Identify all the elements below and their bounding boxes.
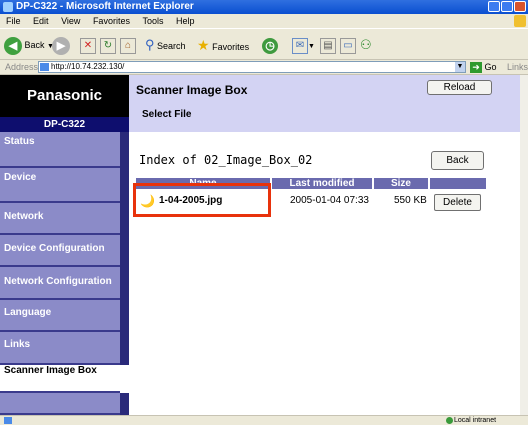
nav-item-label: Scanner Image Box [4, 365, 97, 376]
messenger-button[interactable]: ⚇ [360, 35, 372, 55]
nav-blank-item [0, 393, 120, 415]
stop-icon: ✕ [80, 37, 96, 54]
messenger-icon: ⚇ [360, 37, 372, 52]
maximize-button[interactable] [501, 1, 513, 12]
home-icon: ⌂ [120, 37, 136, 54]
index-title: Index of 02_Image_Box_02 [139, 153, 313, 167]
nav-item-links[interactable]: Links [0, 332, 120, 365]
security-zone: Local intranet [454, 417, 497, 424]
nav-divider-active [120, 365, 129, 393]
nav-item-label: Device [4, 172, 37, 183]
mail-button[interactable]: ✉ ▼ [292, 35, 315, 55]
history-button[interactable]: ◷ [262, 35, 278, 55]
column-header-last-modified: Last modified [272, 178, 372, 189]
search-icon: ⚲ [145, 37, 155, 52]
nav-item-language[interactable]: Language [0, 300, 120, 332]
star-icon: ★ [197, 37, 210, 53]
nav-divider-bottom [120, 393, 129, 415]
file-size: 550 KB [394, 195, 427, 206]
back-page-button[interactable]: Back [431, 151, 484, 170]
nav-item-device[interactable]: Device [0, 168, 120, 203]
highlight-box [133, 183, 271, 217]
menu-favorites[interactable]: Favorites [93, 16, 130, 26]
address-dropdown-icon[interactable]: ▼ [455, 62, 465, 72]
nav-item-label: Language [4, 307, 52, 318]
page-title: Scanner Image Box [136, 83, 248, 97]
browser-toolbar: ◀ Back ▼ ▶ ✕ ↻ ⌂ ⚲ Search ★ Favorites ◷ … [0, 28, 528, 60]
mail-icon: ✉ [292, 37, 308, 54]
nav-item-network-configuration[interactable]: Network Configuration [0, 267, 120, 300]
nav-item-status[interactable]: Status [0, 132, 120, 168]
nav-item-scanner-image-box[interactable]: Scanner Image Box [0, 365, 120, 393]
window-titlebar: DP-C322 - Microsoft Internet Explorer [0, 0, 528, 14]
home-button[interactable]: ⌂ [120, 35, 136, 55]
refresh-button[interactable]: ↻ [100, 35, 116, 55]
page-icon [40, 63, 49, 71]
refresh-icon: ↻ [100, 37, 116, 54]
back-button[interactable]: ◀ Back ▼ [4, 35, 54, 55]
edit-icon: ▭ [340, 37, 356, 54]
go-arrow-icon: ➜ [470, 62, 482, 74]
column-header-size: Size [374, 178, 428, 189]
window-controls [487, 1, 526, 14]
minimize-button[interactable] [488, 1, 500, 12]
address-bar: Address http://10.74.232.130/ ▼ ➜ Go Lin… [0, 60, 528, 75]
nav-item-label: Network [4, 211, 44, 222]
search-button[interactable]: ⚲ Search [145, 35, 186, 55]
print-button[interactable]: ▤ [320, 35, 336, 55]
vertical-scrollbar[interactable] [520, 75, 528, 415]
menu-view[interactable]: View [61, 16, 80, 26]
address-url: http://10.74.232.130/ [51, 62, 125, 71]
nav-item-network[interactable]: Network [0, 203, 120, 235]
ie-icon [3, 2, 13, 12]
stop-button[interactable]: ✕ [80, 35, 96, 55]
edit-button[interactable]: ▭ [340, 35, 356, 55]
nav-item-label: Network Configuration [4, 276, 112, 287]
chevron-down-icon: ▼ [308, 43, 315, 50]
forward-arrow-icon: ▶ [52, 36, 70, 55]
nav-item-device-configuration[interactable]: Device Configuration [0, 235, 120, 267]
window-title: DP-C322 - Microsoft Internet Explorer [16, 1, 194, 12]
left-navigation: Panasonic DP-C322 Status Device Network … [0, 75, 129, 415]
file-last-modified: 2005-01-04 07:33 [290, 195, 369, 206]
address-label: Address [5, 62, 39, 72]
menu-bar: File Edit View Favorites Tools Help [0, 14, 528, 28]
print-icon: ▤ [320, 37, 336, 54]
status-bar: Local intranet [0, 415, 528, 425]
address-input[interactable]: http://10.74.232.130/ [38, 61, 466, 73]
forward-button[interactable]: ▶ [52, 35, 70, 55]
reload-button[interactable]: Reload [427, 80, 492, 95]
delete-button[interactable]: Delete [434, 194, 481, 211]
menu-edit[interactable]: Edit [33, 16, 49, 26]
model-name: DP-C322 [0, 117, 129, 132]
favorites-label: Favorites [212, 42, 250, 52]
links-button[interactable]: Links [507, 60, 528, 74]
page-header: Scanner Image Box Select File Reload [129, 75, 528, 132]
intranet-zone-icon [446, 417, 453, 424]
column-header-action [430, 178, 486, 189]
page-status-icon [4, 417, 12, 424]
back-label: Back [24, 40, 45, 50]
brand-logo: Panasonic [0, 75, 129, 117]
nav-item-label: Status [4, 136, 35, 147]
menu-file[interactable]: File [6, 16, 21, 26]
favorites-button[interactable]: ★ Favorites [197, 35, 249, 55]
windows-logo-icon [514, 15, 526, 27]
close-button[interactable] [514, 1, 526, 12]
go-button[interactable]: ➜ Go [470, 60, 497, 74]
search-label: Search [157, 41, 186, 51]
page-subtitle: Select File [142, 109, 192, 120]
back-arrow-icon: ◀ [4, 36, 22, 55]
go-label: Go [484, 62, 497, 72]
history-icon: ◷ [262, 37, 278, 54]
page-content: Panasonic DP-C322 Status Device Network … [0, 75, 528, 415]
nav-item-label: Links [4, 339, 31, 350]
menu-help[interactable]: Help [176, 16, 195, 26]
nav-item-label: Device Configuration [4, 243, 105, 254]
nav-divider [120, 132, 129, 365]
menu-tools[interactable]: Tools [142, 16, 163, 26]
